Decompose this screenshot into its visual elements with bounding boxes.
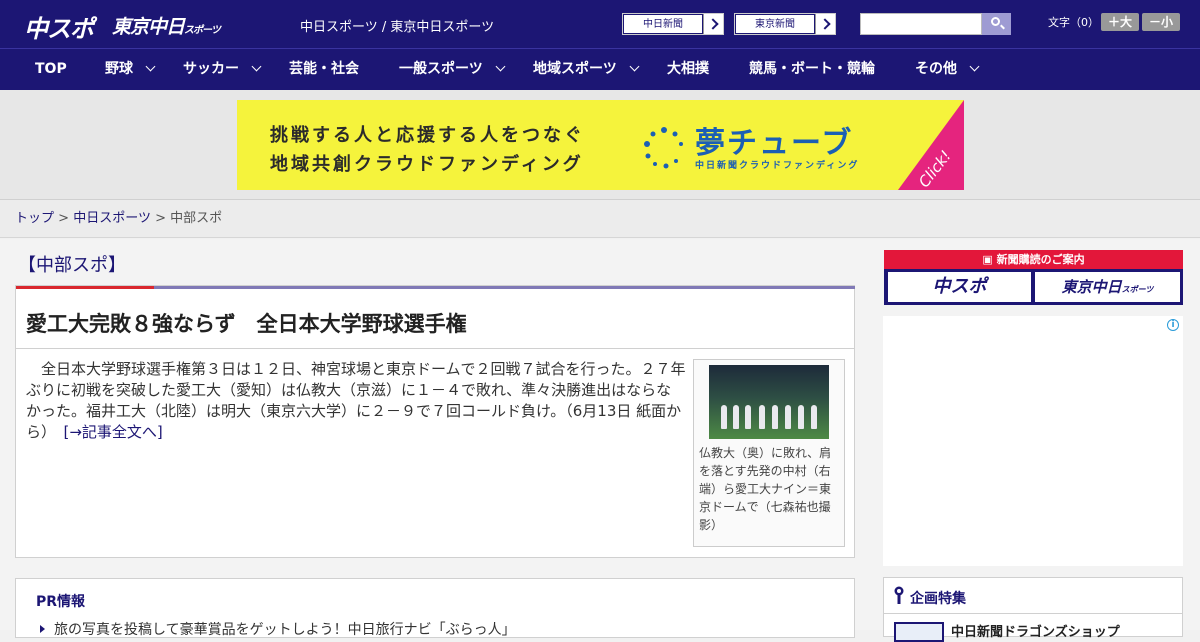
- text-size-up-button[interactable]: ＋大: [1101, 13, 1139, 31]
- breadcrumb-separator: >: [155, 211, 166, 226]
- article-card: 愛工大完敗８強ならず 全日本大学野球選手権 全日本大学野球選手権第３日は１２日、…: [15, 285, 855, 558]
- banner-brand: 夢チューブ: [695, 126, 854, 161]
- chunichi-sports-logo[interactable]: 中スポ: [24, 9, 94, 44]
- pr-title: PR情報: [36, 594, 86, 610]
- ad-info-icon[interactable]: i: [1167, 319, 1179, 331]
- title-accent-red: [16, 286, 154, 289]
- main-area: 【中部スポ】 愛工大完敗８強ならず 全日本大学野球選手権 全日本大学野球選手権第…: [0, 239, 1200, 642]
- search-icon: [991, 17, 1000, 26]
- subscription-header-label: 新聞購読のご案内: [996, 253, 1085, 266]
- subscribe-chunichi-sports-button[interactable]: 中スポ: [888, 272, 1031, 302]
- photo-caption: 仏教大（奥）に敗れ、肩を落とす先発の中村（右端）ら愛工大ナイン＝東京ドームで（七…: [699, 446, 832, 532]
- newspaper-icon: ▣: [982, 253, 997, 266]
- yume-tube-banner[interactable]: 挑戦する人と応援する人をつなぐ 地域共創クラウドファンディング 夢チューブ 中日…: [237, 100, 964, 190]
- chunichi-shimbun-button[interactable]: 中日新聞: [622, 13, 724, 35]
- advertisement[interactable]: i: [883, 316, 1183, 566]
- breadcrumb-separator: >: [58, 211, 70, 226]
- banner-line-1: 挑戦する人と応援する人をつなぐ: [270, 125, 585, 146]
- breadcrumb-current: 中部スポ: [170, 211, 223, 226]
- divider: [884, 613, 1182, 614]
- photo-image: [709, 365, 829, 439]
- nav-item-sumo[interactable]: 大相撲: [667, 49, 709, 91]
- article-title: 愛工大完敗８強ならず 全日本大学野球選手権: [26, 312, 467, 336]
- pin-icon: [894, 586, 904, 604]
- nav-item-soccer[interactable]: サッカー: [183, 49, 262, 91]
- pr-box: PR情報 旅の写真を投稿して豪華賞品をゲットしよう！中日旅行ナビ「ぶらっ人」: [15, 578, 855, 638]
- title-accent-blue: [154, 286, 855, 289]
- dragons-shop-thumbnail[interactable]: [894, 622, 944, 642]
- site-links[interactable]: 中日スポーツ / 東京中日スポーツ: [300, 16, 494, 35]
- top-header: 中スポ 東京中日スポーツ 中日スポーツ / 東京中日スポーツ 中日新聞 東京新聞…: [0, 0, 1200, 48]
- nav-item-top[interactable]: TOP: [35, 49, 67, 91]
- breadcrumb-link-top[interactable]: トップ: [15, 211, 54, 226]
- nav-item-label: 大相撲: [667, 61, 709, 77]
- feature-box: 企画特集 中日新聞ドラゴンズショップ: [883, 577, 1183, 642]
- nav-item-label: 地域スポーツ: [533, 61, 617, 77]
- tokyo-chunichi-logo-text: 東京中日: [112, 16, 185, 38]
- nav-item-baseball[interactable]: 野球: [105, 49, 156, 91]
- nav-item-label: サッカー: [183, 61, 239, 77]
- chevron-right-icon: [703, 14, 723, 34]
- tokyo-shimbun-button[interactable]: 東京新聞: [734, 13, 836, 35]
- search-button[interactable]: [982, 13, 1011, 35]
- breadcrumb-link-chunichi-sports[interactable]: 中日スポーツ: [73, 211, 151, 226]
- nav-item-label: 野球: [105, 61, 133, 77]
- chevron-down-icon: [495, 61, 506, 72]
- main-nav: TOP 野球 サッカー 芸能・社会 一般スポーツ 地域スポーツ 大相撲 競馬・ボ…: [0, 48, 1200, 90]
- subscribe-tokyo-chunichi-text: 東京中日: [1061, 278, 1122, 296]
- subscribe-tokyo-chunichi-button[interactable]: 東京中日スポーツ: [1035, 272, 1180, 302]
- nav-item-label: 競馬・ボート・競輪: [749, 61, 875, 77]
- chevron-right-icon: [815, 14, 835, 34]
- subscribe-tokyo-chunichi-suffix: スポーツ: [1121, 285, 1154, 294]
- tokyo-chunichi-sports-logo[interactable]: 東京中日スポーツ: [112, 12, 221, 39]
- banner-brand-sub: 中日新聞クラウドファンディング: [695, 161, 860, 171]
- text-size-label: 文字（0）: [1048, 16, 1099, 29]
- chevron-down-icon: [145, 61, 156, 72]
- chevron-down-icon: [969, 61, 980, 72]
- banner-area: 挑戦する人と応援する人をつなぐ 地域共創クラウドファンディング 夢チューブ 中日…: [0, 90, 1200, 200]
- chevron-down-icon: [629, 61, 640, 72]
- subscription-header: ▣ 新聞購読のご案内: [884, 250, 1183, 269]
- nav-item-local-sports[interactable]: 地域スポーツ: [533, 49, 640, 91]
- banner-line-2: 地域共創クラウドファンディング: [270, 154, 584, 175]
- nav-item-label: その他: [915, 61, 957, 77]
- bullet-arrow-icon: [40, 625, 45, 633]
- nav-item-other[interactable]: その他: [915, 49, 980, 91]
- section-title: 【中部スポ】: [18, 255, 126, 276]
- tokyo-chunichi-logo-suffix: スポーツ: [184, 25, 221, 36]
- feature-item-link[interactable]: 中日新聞ドラゴンズショップ: [951, 621, 1120, 640]
- dots-circle-icon: [644, 127, 683, 169]
- nav-item-label: 一般スポーツ: [399, 61, 483, 77]
- feature-title: 企画特集: [910, 591, 966, 607]
- text-size-down-button[interactable]: －小: [1142, 13, 1180, 31]
- search-input[interactable]: [860, 13, 982, 35]
- nav-item-label: 芸能・社会: [289, 61, 359, 77]
- subscription-box: ▣ 新聞購読のご案内 中スポ 東京中日スポーツ: [884, 250, 1183, 305]
- breadcrumb: トップ > 中日スポーツ > 中部スポ: [0, 200, 1200, 238]
- tokyo-shimbun-label: 東京新聞: [735, 14, 815, 34]
- article-photo[interactable]: 仏教大（奥）に敗れ、肩を落とす先発の中村（右端）ら愛工大ナイン＝東京ドームで（七…: [693, 359, 845, 547]
- pr-item-link[interactable]: 旅の写真を投稿して豪華賞品をゲットしよう！中日旅行ナビ「ぶらっ人」: [54, 619, 516, 639]
- nav-item-racing[interactable]: 競馬・ボート・競輪: [749, 49, 875, 91]
- article-body: 全日本大学野球選手権第３日は１２日、神宮球場と東京ドームで２回戦７試合を行った。…: [26, 359, 686, 443]
- divider: [16, 348, 854, 349]
- chevron-down-icon: [251, 61, 262, 72]
- nav-item-general-sports[interactable]: 一般スポーツ: [399, 49, 506, 91]
- read-full-article-link[interactable]: [→記事全文へ]: [64, 423, 163, 441]
- chunichi-shimbun-label: 中日新聞: [623, 14, 703, 34]
- nav-item-label: TOP: [35, 61, 67, 77]
- nav-item-entertainment[interactable]: 芸能・社会: [289, 49, 359, 91]
